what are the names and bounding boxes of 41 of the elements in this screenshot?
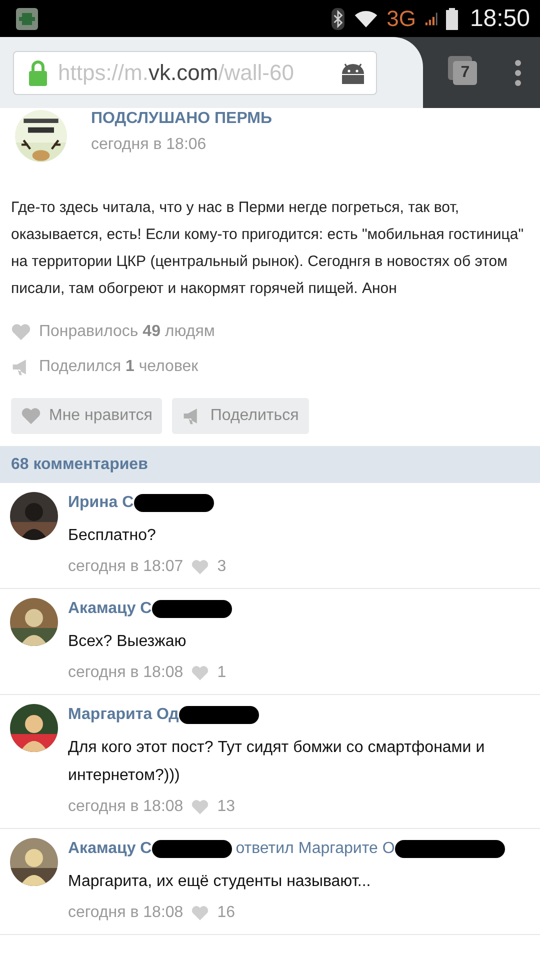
post-text: Где-то здесь читала, что у нас в Перми негде погреться, так вот, оказывается, есть! Если кому-то пригодится: есть "мобильная гостиница" на территории ЦКР (центральный рынок). Сегоднгя в новостях об этом писали, там обогреют и накормят горячей пищей. Анон bbox=[11, 198, 525, 299]
post-time: сегодня в 18:06 bbox=[91, 136, 208, 154]
app-notification-icon bbox=[16, 8, 38, 30]
like-count: 13 bbox=[217, 798, 235, 816]
clock: 18:50 bbox=[470, 4, 530, 32]
stat-text: Понравилось 49 людям bbox=[39, 322, 215, 340]
tabs-button[interactable]: 7 bbox=[453, 60, 478, 84]
heart-icon bbox=[21, 407, 41, 425]
bluetooth-icon bbox=[330, 8, 345, 30]
comment-author[interactable]: Ирина С bbox=[68, 494, 134, 512]
stat-text: Поделился 1 человек bbox=[39, 358, 198, 376]
comment-time: сегодня в 18:08 bbox=[68, 904, 184, 922]
menu-icon[interactable] bbox=[514, 60, 522, 86]
address-bar[interactable]: https://m.vk.com/wall-60 bbox=[13, 50, 377, 94]
heart-icon[interactable] bbox=[191, 905, 210, 921]
share-button[interactable]: Поделиться bbox=[172, 398, 309, 434]
comment-author[interactable]: Акамацу С bbox=[68, 600, 152, 618]
like-count: 3 bbox=[217, 558, 226, 576]
heart-icon[interactable] bbox=[191, 799, 210, 815]
comment-text: Маргарита, их ещё студенты называют... bbox=[68, 872, 372, 892]
comment-time: сегодня в 18:07 bbox=[68, 558, 184, 576]
lock-icon bbox=[28, 60, 48, 86]
comment-text: Для кого этот пост? Тут сидят бомжи со смартфонами и интернетом?))) bbox=[68, 738, 486, 786]
like-count: 16 bbox=[217, 904, 235, 922]
android-icon[interactable] bbox=[340, 62, 366, 84]
heart-icon[interactable] bbox=[191, 559, 210, 575]
comment-text: Бесплатно? bbox=[68, 526, 157, 546]
heart-icon bbox=[11, 322, 31, 340]
reply-to[interactable]: ответил Маргарите О bbox=[236, 840, 395, 858]
heart-icon[interactable] bbox=[191, 665, 210, 681]
like-count: 1 bbox=[217, 664, 226, 682]
comment-text: Всех? Выезжаю bbox=[68, 632, 188, 652]
comments-header: 68 комментариев bbox=[0, 446, 540, 483]
comment-time: сегодня в 18:08 bbox=[68, 798, 184, 816]
comment-author[interactable]: Акамацу С bbox=[68, 840, 152, 858]
like-button[interactable]: Мне нравится bbox=[11, 398, 162, 434]
network-type: 3G bbox=[386, 6, 416, 32]
battery-icon bbox=[446, 8, 458, 30]
group-name[interactable]: ПОДСЛУШАНО ПЕРМЬ bbox=[91, 110, 272, 128]
comment-author[interactable]: Маргарита Од bbox=[68, 706, 179, 724]
comment-time: сегодня в 18:08 bbox=[68, 664, 184, 682]
